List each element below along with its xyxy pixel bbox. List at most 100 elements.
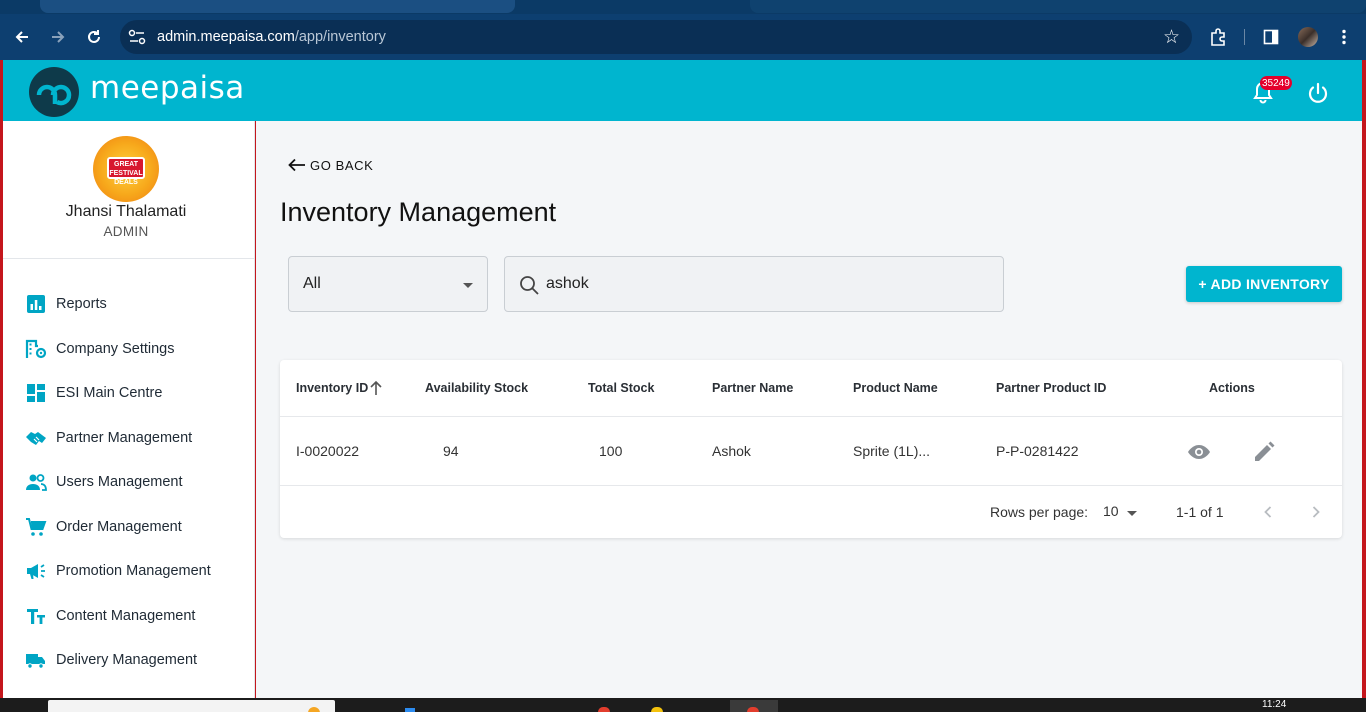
cell-total-stock: 100 [599, 443, 623, 459]
browser-tabstrip [0, 0, 1366, 14]
page-title: Inventory Management [280, 197, 557, 227]
address-bar[interactable]: admin.meepaisa.com/app/inventory ☆ [120, 20, 1192, 54]
profile-avatar-icon[interactable] [1294, 23, 1322, 51]
chevron-right-icon[interactable] [1304, 500, 1328, 524]
column-header-product-name[interactable]: Product Name [853, 381, 938, 395]
arrow-left-icon [288, 158, 305, 172]
taskbar-active-app[interactable] [730, 700, 778, 712]
cell-availability-stock: 94 [443, 443, 459, 459]
sidebar-item-delivery-management[interactable]: Delivery Management [3, 641, 254, 681]
rows-per-page-select[interactable]: 10 [1103, 502, 1141, 522]
column-header-partner-name[interactable]: Partner Name [712, 381, 793, 395]
bar-chart-icon [27, 295, 45, 313]
sidebar-item-label: Promotion Management [56, 563, 211, 579]
sidebar-divider [3, 258, 254, 259]
people-icon [26, 474, 47, 491]
filter-select[interactable]: All [288, 256, 488, 312]
edit-pencil-icon[interactable] [1252, 440, 1276, 464]
forward-arrow-icon[interactable] [44, 23, 72, 51]
url-text: admin.meepaisa.com/app/inventory [157, 29, 386, 45]
app-header: meepaisa 35249 [3, 60, 1362, 121]
column-header-partner-product-id[interactable]: Partner Product ID [996, 381, 1106, 395]
main-content: GO BACK Inventory Management All + ADD I… [256, 121, 1362, 698]
cell-product-name: Sprite (1L)... [853, 443, 931, 459]
sidebar: GREAT FESTIVAL DEALS Jhansi Thalamati AD… [3, 121, 255, 698]
meepaisa-logo-icon[interactable] [29, 67, 79, 117]
truck-icon [26, 654, 45, 669]
search-field[interactable] [504, 256, 1004, 312]
toolbar-divider [1244, 29, 1245, 45]
taskbar-app-icon[interactable] [405, 708, 415, 712]
browser-tab[interactable] [750, 0, 1366, 13]
caret-down-icon [463, 283, 473, 288]
brand-name[interactable]: meepaisa [90, 70, 245, 106]
browser-toolbar: admin.meepaisa.com/app/inventory ☆ [0, 14, 1366, 60]
reload-icon[interactable] [80, 23, 108, 51]
url-host: admin.meepaisa.com [157, 29, 295, 45]
taskbar-app-icon[interactable] [651, 707, 663, 712]
user-name: Jhansi Thalamati [65, 203, 187, 220]
sidebar-item-label: Order Management [56, 519, 182, 535]
side-panel-icon[interactable] [1257, 23, 1285, 51]
column-header-total-stock[interactable]: Total Stock [588, 381, 654, 395]
sidebar-item-promotion-management[interactable]: Promotion Management [3, 552, 254, 592]
text-fields-icon [27, 609, 45, 624]
sidebar-item-company-settings[interactable]: Company Settings [3, 330, 254, 370]
sidebar-item-label: Delivery Management [56, 652, 198, 668]
user-avatar[interactable]: GREAT FESTIVAL DEALS [93, 136, 159, 202]
rows-per-page-value: 10 [1103, 503, 1119, 519]
back-arrow-icon[interactable] [8, 23, 36, 51]
extensions-icon[interactable] [1204, 23, 1232, 51]
row-divider [280, 485, 1342, 486]
bookmark-star-icon[interactable]: ☆ [1163, 26, 1180, 49]
sidebar-item-users-management[interactable]: Users Management [3, 463, 254, 503]
taskbar-app-icon[interactable] [308, 707, 320, 712]
user-role: ADMIN [103, 224, 149, 239]
os-taskbar: 11:24 [0, 698, 1366, 712]
site-settings-icon[interactable] [128, 29, 146, 45]
column-header-inventory-id[interactable]: Inventory ID [296, 381, 368, 395]
add-inventory-button[interactable]: + ADD INVENTORY [1186, 266, 1342, 302]
sort-arrow-up-icon[interactable] [369, 380, 383, 396]
power-logout-icon[interactable] [1306, 81, 1330, 105]
url-path: /app/inventory [294, 29, 386, 45]
search-input[interactable] [546, 271, 986, 297]
cell-partner-name: Ashok [712, 443, 751, 459]
cart-icon [26, 518, 47, 536]
sidebar-item-label: Company Settings [56, 341, 175, 357]
chevron-left-icon[interactable] [1256, 500, 1280, 524]
sidebar-item-esi-main-centre[interactable]: ESI Main Centre [3, 374, 254, 414]
browser-menu-icon[interactable] [1330, 23, 1358, 51]
inventory-table: Inventory ID Availability Stock Total St… [280, 360, 1342, 538]
sidebar-item-label: Users Management [56, 474, 183, 490]
go-back-label: GO BACK [310, 157, 374, 173]
sidebar-item-label: Content Management [56, 608, 196, 624]
column-header-actions: Actions [1209, 381, 1255, 395]
notification-badge: 35249 [1260, 76, 1292, 90]
column-header-availability-stock[interactable]: Availability Stock [425, 381, 528, 395]
caret-down-icon [1127, 511, 1137, 516]
filter-value: All [303, 275, 321, 292]
go-back-link[interactable]: GO BACK [288, 156, 373, 174]
rows-per-page-label: Rows per page: [990, 504, 1089, 520]
sidebar-item-label: Reports [56, 296, 107, 312]
view-eye-icon[interactable] [1187, 440, 1211, 464]
cell-inventory-id: I-0020022 [296, 443, 360, 459]
taskbar-search[interactable] [48, 700, 335, 712]
sidebar-item-partner-management[interactable]: Partner Management [3, 419, 254, 459]
sidebar-item-label: Partner Management [56, 430, 193, 446]
sidebar-item-reports[interactable]: Reports [3, 285, 254, 325]
taskbar-app-icon[interactable] [598, 707, 610, 712]
sidebar-item-label: ESI Main Centre [56, 385, 163, 401]
search-icon [520, 276, 539, 295]
avatar-banner: GREAT FESTIVAL DEALS [107, 157, 145, 186]
dashboard-grid-icon [27, 384, 45, 402]
cell-partner-product-id: P-P-0281422 [996, 443, 1079, 459]
browser-tab[interactable] [40, 0, 515, 13]
building-gear-icon [25, 339, 47, 359]
sidebar-item-order-management[interactable]: Order Management [3, 508, 254, 548]
header-divider [280, 416, 1342, 417]
pagination-range: 1-1 of 1 [1176, 504, 1224, 520]
sidebar-item-content-management[interactable]: Content Management [3, 597, 254, 637]
handshake-icon [26, 432, 46, 445]
